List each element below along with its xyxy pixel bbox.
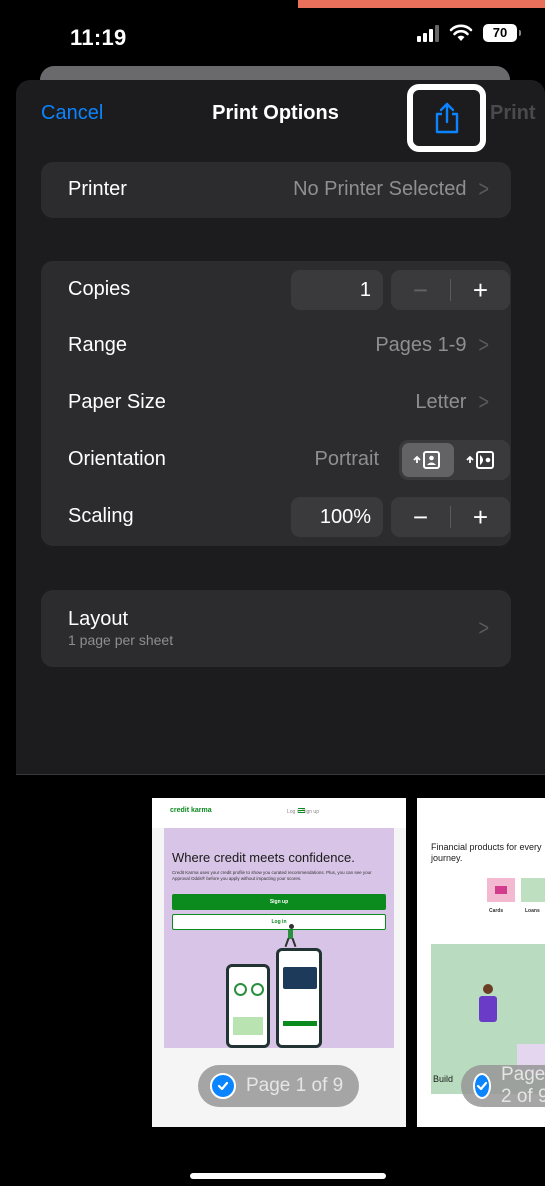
ck-body: Credit Karma uses your credit profile to… <box>172 870 372 881</box>
share-button[interactable] <box>407 84 486 152</box>
status-time: 11:19 <box>70 25 127 50</box>
wifi-icon <box>449 24 473 41</box>
paper-size-label: Paper Size <box>68 391 166 413</box>
orientation-value: Portrait <box>314 448 379 470</box>
printer-value: No Printer Selected > <box>293 175 489 202</box>
copies-increment-button[interactable]: + <box>451 270 510 310</box>
status-bar: 11:19 70 <box>0 0 545 70</box>
ck-signup-button: Sign up <box>172 894 386 910</box>
range-value-text: Pages 1-9 <box>375 334 467 356</box>
orientation-label: Orientation <box>68 448 166 470</box>
portrait-orientation-button[interactable] <box>402 443 454 477</box>
chevron-right-icon: > <box>478 614 489 641</box>
paper-size-value-text: Letter <box>415 391 467 413</box>
person-illustration <box>483 984 493 994</box>
printer-row[interactable]: Printer No Printer Selected > <box>41 162 511 219</box>
range-label: Range <box>68 334 127 356</box>
range-row[interactable]: Range Pages 1-9 > <box>41 318 511 375</box>
copies-field[interactable]: 1 <box>291 270 383 310</box>
cellular-signal-icon <box>417 24 439 42</box>
orientation-row: Orientation Portrait <box>41 432 511 489</box>
gauge-icon <box>234 983 247 996</box>
ck-nav-links: Log in Sign up <box>287 809 319 815</box>
page-2-thumbnail[interactable]: Financial products for every journey. Ca… <box>417 798 545 1127</box>
home-indicator[interactable] <box>190 1173 386 1179</box>
copies-stepper: − + <box>391 270 510 310</box>
page-2-badge: Page 2 of 9 <box>461 1064 545 1107</box>
status-icons: 70 <box>417 24 521 42</box>
layout-group: Layout 1 page per sheet > <box>41 590 511 667</box>
page-preview-area[interactable]: credit karma Log in Sign up Where credit… <box>16 775 545 1186</box>
ck-header: credit karma Log in Sign up <box>152 798 406 828</box>
loans-tile-label: Loans <box>525 908 540 914</box>
print-options-sheet: Cancel Print Options Print Printer No Pr… <box>16 80 545 1186</box>
layout-label: Layout <box>68 608 129 630</box>
chevron-right-icon: > <box>478 175 489 202</box>
printer-group: Printer No Printer Selected > <box>41 162 511 218</box>
ck-logo: credit karma <box>170 807 212 814</box>
cards-tile-label: Cards <box>489 908 504 914</box>
paper-size-value: Letter > <box>415 388 489 415</box>
options-group: Copies 1 − + Range Pages 1-9 > Paper Siz… <box>41 261 511 546</box>
landscape-icon <box>466 451 495 469</box>
page-2-headline: Financial products for every journey. <box>431 842 542 863</box>
nav-bar: Cancel Print Options Print <box>16 80 545 152</box>
scaling-label: Scaling <box>68 505 134 527</box>
green-bar <box>283 1021 317 1026</box>
layout-subtitle: 1 page per sheet <box>68 632 174 648</box>
person-body-illustration <box>479 996 497 1022</box>
copies-decrement-button[interactable]: − <box>391 270 450 310</box>
printer-value-text: No Printer Selected <box>293 178 467 200</box>
layout-chevron: > <box>478 614 489 641</box>
ck-login-button: Log in <box>172 914 386 930</box>
scaling-increment-button[interactable]: + <box>451 497 510 537</box>
page-2-badge-text: Page 2 of 9 <box>501 1064 545 1107</box>
scaling-field[interactable]: 100% <box>291 497 383 537</box>
checkmark-icon <box>473 1073 491 1099</box>
layout-row[interactable]: Layout 1 page per sheet > <box>41 590 511 667</box>
orientation-segmented-control <box>399 440 510 480</box>
ck-headline: Where credit meets confidence. <box>172 850 355 865</box>
battery-icon: 70 <box>483 24 521 42</box>
gauge-icon <box>251 983 264 996</box>
print-button[interactable]: Print <box>490 102 536 125</box>
portrait-icon <box>413 451 440 469</box>
page-2-footer-text: Build <box>433 1074 454 1084</box>
page-1-badge: Page 1 of 9 <box>198 1065 360 1107</box>
loans-tile <box>521 878 545 902</box>
ck-hero: Where credit meets confidence. Credit Ka… <box>164 828 394 1048</box>
copies-row: Copies 1 − + <box>41 261 511 318</box>
page-1-badge-text: Page 1 of 9 <box>246 1075 344 1096</box>
hamburger-icon <box>298 808 305 809</box>
chevron-right-icon: > <box>478 388 489 415</box>
scaling-row: Scaling 100% − + <box>41 489 511 546</box>
checkmark-icon <box>210 1073 236 1099</box>
credit-card-illustration <box>283 967 317 989</box>
chevron-right-icon: > <box>478 331 489 358</box>
printer-label: Printer <box>68 178 127 200</box>
copies-label: Copies <box>68 278 131 300</box>
scaling-stepper: − + <box>391 497 510 537</box>
phone-illustration-2 <box>276 948 322 1048</box>
card-illustration <box>233 1017 263 1035</box>
landscape-orientation-button[interactable] <box>456 443 508 477</box>
range-value: Pages 1-9 > <box>375 331 489 358</box>
scaling-decrement-button[interactable]: − <box>391 497 450 537</box>
runner-illustration <box>284 924 298 948</box>
cards-tile <box>487 878 515 902</box>
phone-illustration-1 <box>226 964 270 1048</box>
share-icon <box>435 102 458 134</box>
page-1-thumbnail[interactable]: credit karma Log in Sign up Where credit… <box>152 798 406 1127</box>
paper-size-row[interactable]: Paper Size Letter > <box>41 375 511 432</box>
